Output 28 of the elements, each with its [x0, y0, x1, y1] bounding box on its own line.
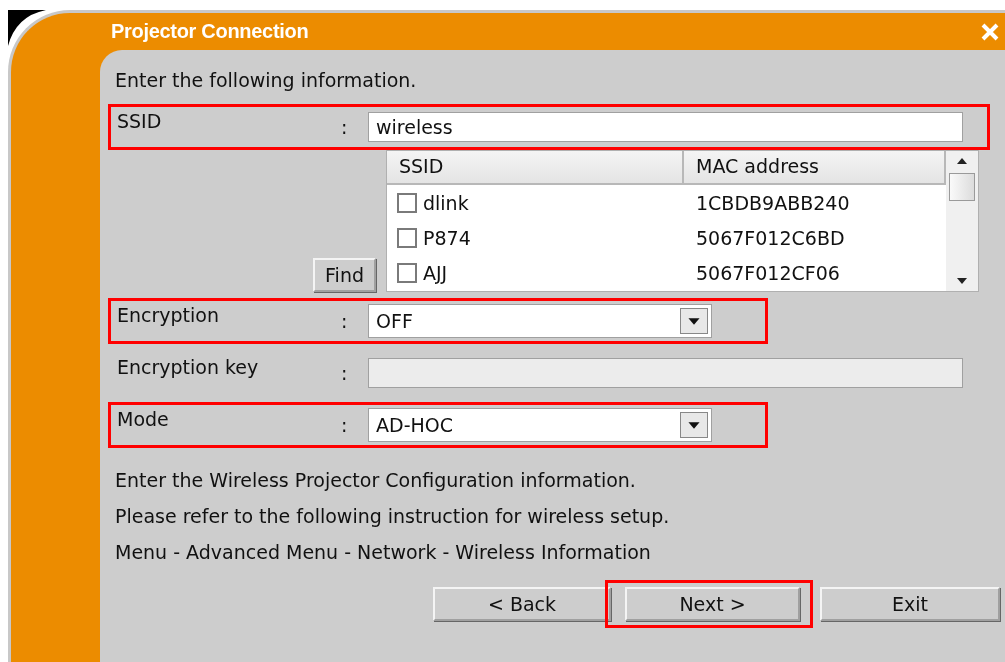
mac-text: 5067F012C6BD — [695, 226, 846, 249]
input-field[interactable]: wireless — [368, 112, 963, 142]
dialog-button[interactable]: Exit — [820, 587, 1000, 621]
ssid-text: P874 — [423, 226, 471, 249]
note-text: Enter the Wireless Projector Configuration information. — [114, 468, 637, 493]
dropdown[interactable]: OFF — [368, 304, 712, 338]
mac-text: 1CBDB9ABB240 — [695, 191, 851, 214]
dialog-button[interactable]: Next > — [625, 587, 800, 621]
field-label: Encryption key — [117, 355, 260, 378]
colon: : — [341, 310, 349, 332]
find-button[interactable]: Find — [313, 258, 376, 292]
window-title: Projector Connection — [110, 20, 309, 43]
mac-text: 5067F012CF06 — [695, 261, 841, 284]
column-header[interactable]: MAC address — [684, 151, 946, 185]
note-text: Please refer to the following instruction for wireless setup. — [114, 504, 671, 529]
column-header[interactable]: SSID — [387, 151, 684, 185]
field-label: Encryption — [117, 303, 220, 326]
dialog-button[interactable]: < Back — [433, 587, 611, 621]
ssid-text: dlink — [423, 191, 469, 214]
colon: : — [341, 414, 349, 436]
dropdown[interactable]: AD-HOC — [368, 408, 712, 442]
note-text: Menu - Advanced Menu - Network - Wireless Information — [114, 540, 652, 565]
field-label: Mode — [117, 407, 170, 430]
ssid-text: AJJ — [423, 261, 448, 284]
instruction-text: Enter the following information. — [114, 68, 418, 93]
field-label: SSID — [117, 109, 163, 132]
colon: : — [341, 362, 349, 384]
colon: : — [341, 116, 349, 138]
